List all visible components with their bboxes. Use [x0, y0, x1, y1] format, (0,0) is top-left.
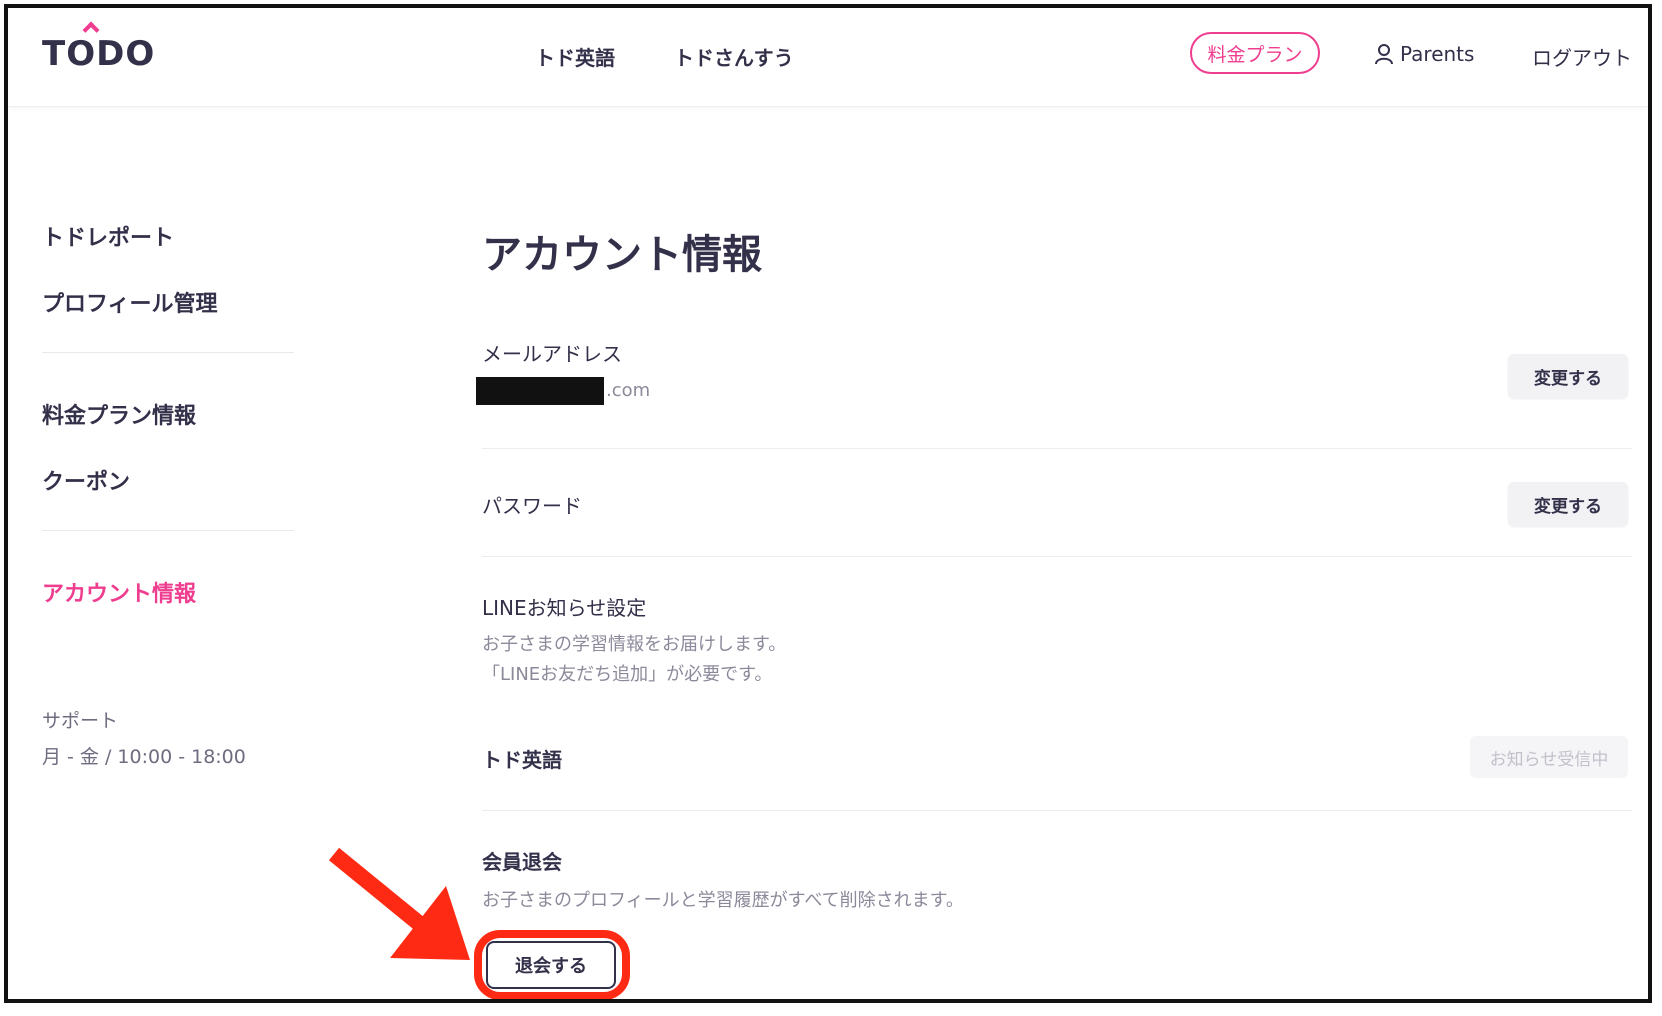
change-email-label: 変更する — [1534, 368, 1602, 389]
page-title: アカウント情報 — [482, 232, 762, 278]
support-title: サポート — [42, 710, 119, 732]
password-label: パスワード — [482, 494, 582, 518]
sidebar-divider — [42, 352, 294, 353]
sidebar-divider — [42, 530, 294, 531]
sidebar-item-account-info[interactable]: アカウント情報 — [42, 576, 196, 608]
line-service-label: トド英語 — [482, 748, 562, 772]
withdraw-label: 会員退会 — [482, 850, 562, 874]
nav-todo-math[interactable]: トドさんすう — [674, 42, 794, 71]
withdraw-button[interactable]: 退会する — [486, 941, 616, 989]
nav-todo-english[interactable]: トド英語 — [535, 42, 615, 71]
notification-status-button: お知らせ受信中 — [1470, 736, 1628, 778]
app-frame: TODO トド英語 トドさんすう 料金プラン Parents ログアウト トドレ… — [4, 4, 1652, 1003]
line-notification-desc-1: お子さまの学習情報をお届けします。 — [482, 634, 787, 655]
sidebar-item-todo-report[interactable]: トドレポート — [42, 220, 174, 252]
change-email-button[interactable]: 変更する — [1508, 354, 1628, 398]
change-password-button[interactable]: 変更する — [1508, 482, 1628, 526]
sidebar-item-plan-info[interactable]: 料金プラン情報 — [42, 398, 196, 430]
section-divider — [482, 448, 1632, 449]
email-redaction-block — [476, 377, 604, 405]
support-hours: 月 - 金 / 10:00 - 18:00 — [42, 746, 246, 768]
parents-label: Parents — [1400, 42, 1475, 66]
user-icon — [1375, 44, 1393, 65]
logout-link[interactable]: ログアウト — [1532, 42, 1632, 71]
sidebar-item-profile[interactable]: プロフィール管理 — [42, 286, 218, 318]
top-header: TODO トド英語 トドさんすう 料金プラン Parents ログアウト — [8, 8, 1648, 107]
line-notification-label: LINEお知らせ設定 — [482, 596, 647, 620]
pricing-plan-label: 料金プラン — [1207, 43, 1303, 66]
annotation-arrow-icon — [328, 848, 470, 960]
section-divider — [482, 810, 1632, 811]
notification-status-label: お知らせ受信中 — [1489, 749, 1609, 770]
withdraw-desc: お子さまのプロフィールと学習履歴がすべて削除されます。 — [482, 890, 964, 911]
change-password-label: 変更する — [1534, 496, 1602, 517]
email-value-suffix: .com — [606, 380, 651, 401]
withdraw-button-label: 退会する — [515, 956, 587, 977]
section-divider — [482, 556, 1632, 557]
line-notification-desc-2: 「LINEお友だち追加」が必要です。 — [482, 664, 773, 685]
sidebar-item-coupon[interactable]: クーポン — [42, 464, 130, 496]
pricing-plan-button[interactable]: 料金プラン — [1190, 32, 1320, 74]
email-label: メールアドレス — [482, 342, 622, 366]
todo-logo[interactable]: TODO — [42, 34, 155, 74]
parents-account-link[interactable]: Parents — [1374, 42, 1474, 66]
